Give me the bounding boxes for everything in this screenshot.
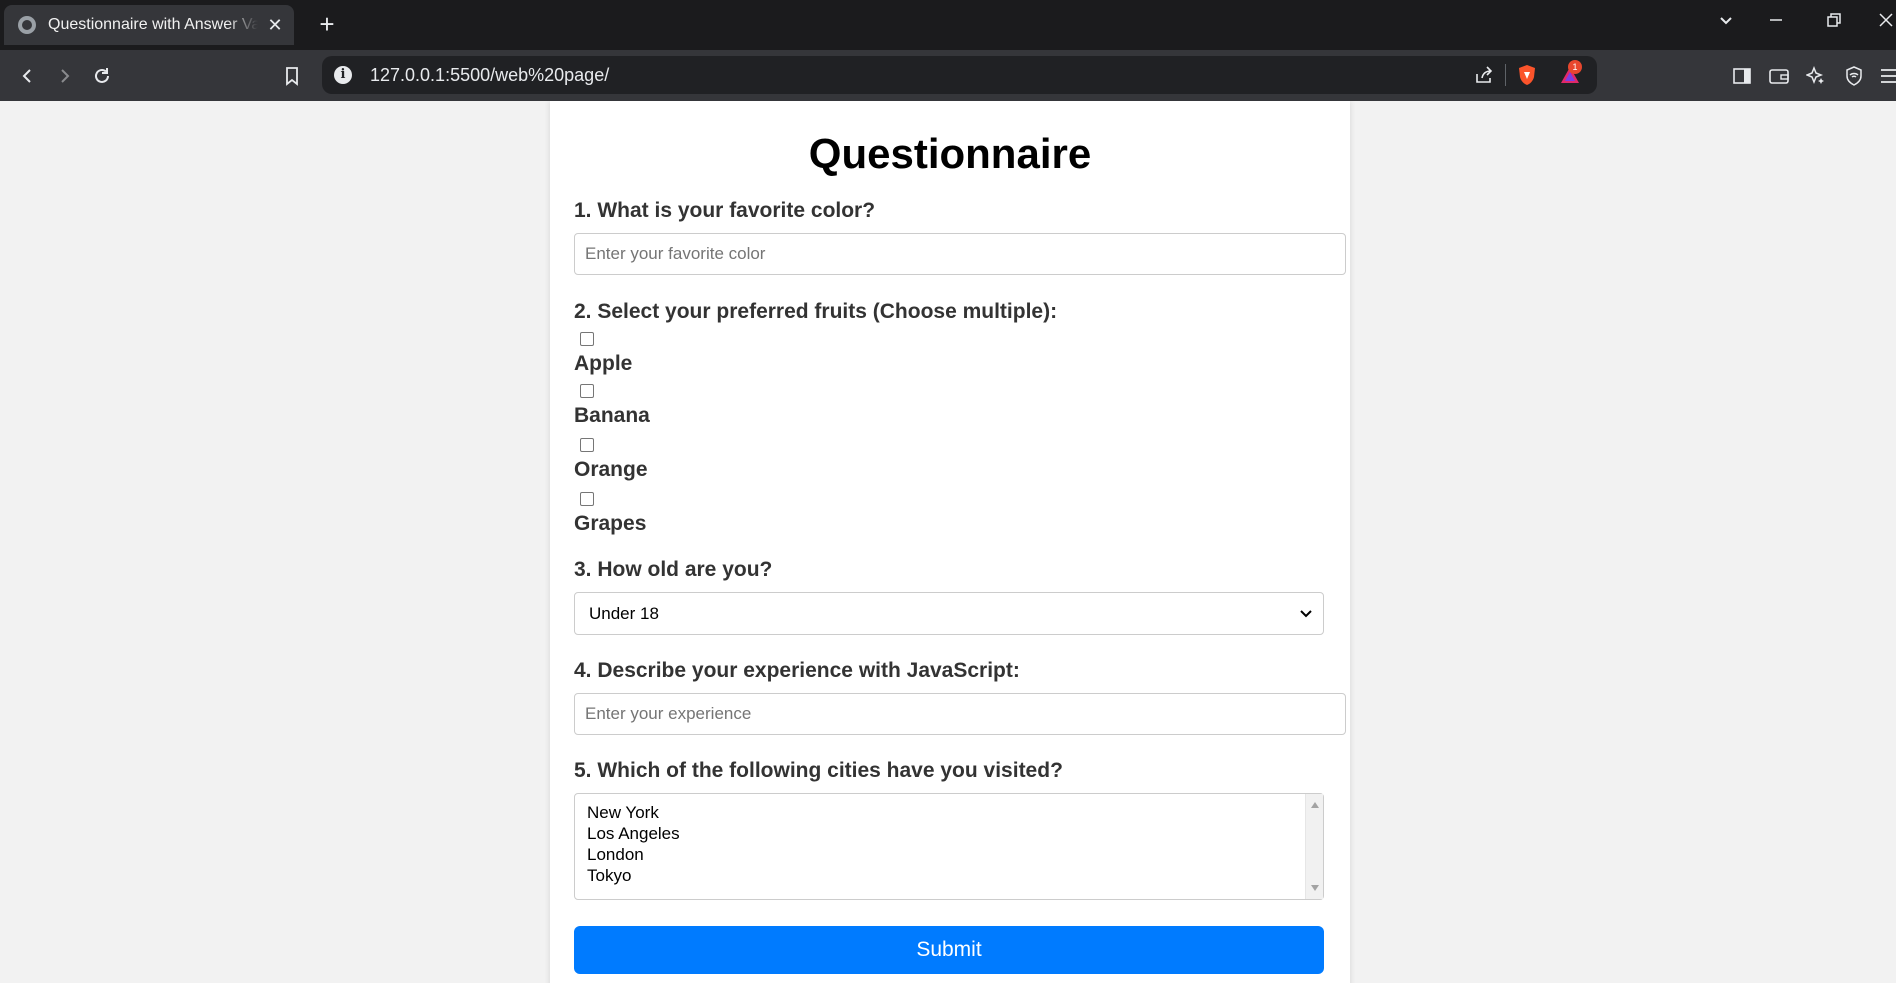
globe-icon bbox=[18, 16, 36, 34]
apple-label: Apple bbox=[574, 352, 633, 375]
tab-search-icon[interactable] bbox=[1712, 12, 1740, 33]
fruit-option-orange: Orange bbox=[574, 438, 1326, 482]
age-select[interactable]: Under 18 bbox=[574, 592, 1324, 635]
tab-title: Questionnaire with Answer Validation bbox=[48, 16, 258, 33]
restore-icon[interactable] bbox=[1820, 12, 1848, 33]
city-option[interactable]: London bbox=[587, 844, 1311, 865]
question-5-label: 5. Which of the following cities have yo… bbox=[574, 759, 1063, 782]
leo-ai-icon[interactable] bbox=[1803, 63, 1829, 89]
sidebar-icon[interactable] bbox=[1729, 63, 1755, 89]
city-option[interactable]: Tokyo bbox=[587, 865, 1311, 886]
new-tab-button[interactable]: + bbox=[313, 10, 341, 38]
banana-checkbox[interactable] bbox=[580, 384, 594, 398]
grapes-label: Grapes bbox=[574, 512, 647, 535]
close-tab-icon[interactable]: ✕ bbox=[266, 15, 284, 36]
reload-icon[interactable] bbox=[89, 63, 115, 89]
site-info-icon[interactable]: i bbox=[334, 66, 352, 84]
question-3-label: 3. How old are you? bbox=[574, 558, 773, 581]
question-1-label: 1. What is your favorite color? bbox=[574, 199, 876, 222]
url-text: 127.0.0.1:5500/web%20page/ bbox=[370, 64, 610, 85]
bookmark-icon[interactable] bbox=[279, 63, 305, 89]
close-window-icon[interactable] bbox=[1872, 12, 1896, 33]
fruit-option-grapes: Grapes bbox=[574, 492, 1326, 536]
question-4-label: 4. Describe your experience with JavaScr… bbox=[574, 659, 1020, 682]
wallet-icon[interactable] bbox=[1766, 63, 1792, 89]
city-option[interactable]: Los Angeles bbox=[587, 823, 1311, 844]
scroll-up-arrow-icon[interactable] bbox=[1311, 802, 1319, 808]
browser-tab[interactable]: Questionnaire with Answer Validation ✕ bbox=[4, 5, 294, 45]
scroll-down-arrow-icon[interactable] bbox=[1311, 885, 1319, 891]
forward-icon[interactable] bbox=[52, 63, 78, 89]
browser-titlebar: Questionnaire with Answer Validation ✕ + bbox=[0, 0, 1896, 50]
brave-shields-icon[interactable] bbox=[1517, 64, 1537, 91]
listbox-scrollbar[interactable] bbox=[1305, 794, 1323, 899]
omnibox-divider bbox=[1505, 64, 1506, 86]
notification-badge: 1 bbox=[1568, 60, 1582, 74]
banana-label: Banana bbox=[574, 404, 650, 427]
back-icon[interactable] bbox=[14, 63, 40, 89]
city-option[interactable]: New York bbox=[587, 802, 1311, 823]
vpn-icon[interactable] bbox=[1841, 63, 1867, 89]
question-2-label: 2. Select your preferred fruits (Choose … bbox=[574, 300, 1058, 323]
javascript-experience-input[interactable] bbox=[574, 693, 1346, 735]
favorite-color-input[interactable] bbox=[574, 233, 1346, 275]
browser-toolbar: i 127.0.0.1:5500/web%20page/ 1 bbox=[0, 50, 1896, 101]
menu-icon[interactable] bbox=[1876, 63, 1896, 89]
minimize-icon[interactable] bbox=[1762, 12, 1790, 33]
address-bar[interactable]: i 127.0.0.1:5500/web%20page/ 1 bbox=[322, 56, 1597, 94]
orange-label: Orange bbox=[574, 458, 648, 481]
orange-checkbox[interactable] bbox=[580, 438, 594, 452]
fruit-option-apple: Apple bbox=[574, 332, 1326, 376]
cities-multiselect[interactable]: New York Los Angeles London Tokyo bbox=[574, 793, 1324, 900]
page-title: Questionnaire bbox=[808, 130, 1092, 177]
fruit-option-banana: Banana bbox=[574, 384, 1326, 428]
grapes-checkbox[interactable] bbox=[580, 492, 594, 506]
share-icon[interactable] bbox=[1474, 65, 1494, 90]
apple-checkbox[interactable] bbox=[580, 332, 594, 346]
age-select-value: Under 18 bbox=[589, 603, 659, 623]
questionnaire-container: Questionnaire 1. What is your favorite c… bbox=[550, 101, 1350, 983]
chevron-down-icon bbox=[1299, 606, 1313, 626]
page-viewport: Questionnaire 1. What is your favorite c… bbox=[0, 101, 1896, 983]
submit-button[interactable]: Submit bbox=[574, 926, 1324, 974]
